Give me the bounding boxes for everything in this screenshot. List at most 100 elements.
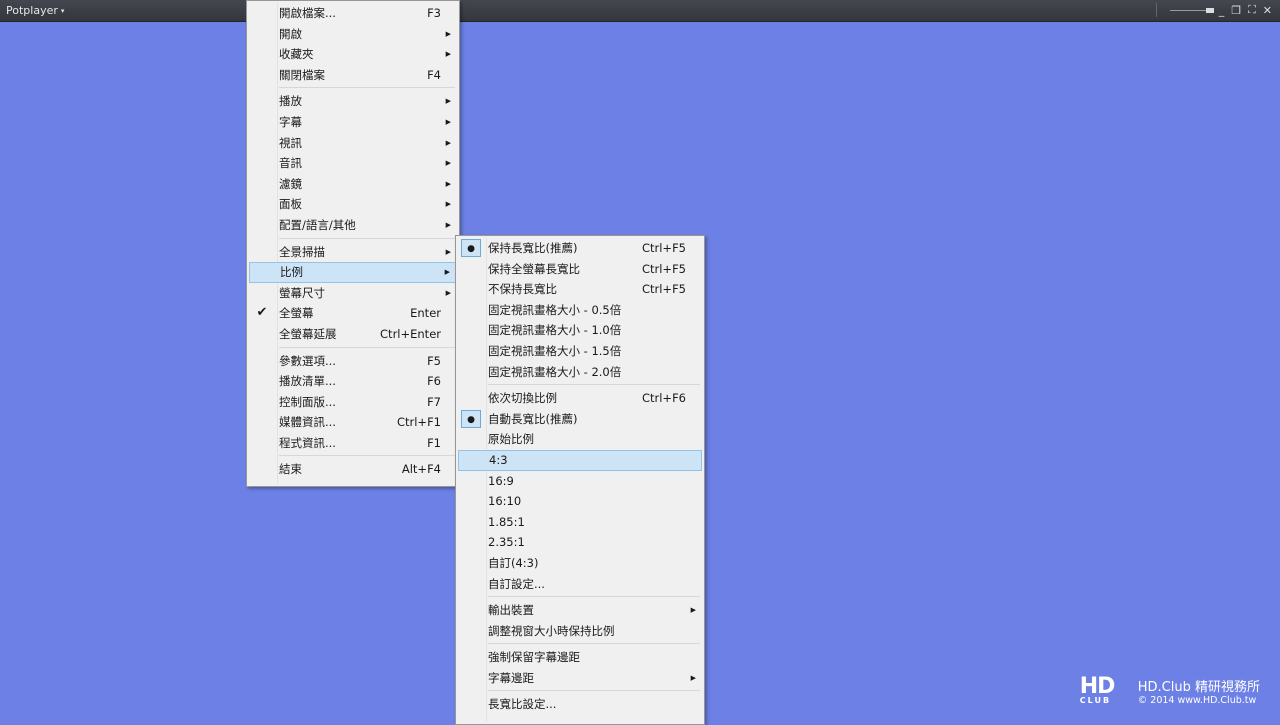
app-menu-button[interactable]: Potplayer ▾: [6, 4, 64, 17]
menu-item[interactable]: 音訊 ▶: [249, 153, 457, 174]
menu-item[interactable]: 開啟 ▶: [249, 24, 457, 45]
menu-item[interactable]: 不保持長寬比 Ctrl+F5: [458, 279, 702, 300]
menu-item-label: 播放: [279, 94, 302, 109]
menu-item[interactable]: ● 保持長寬比(推薦) Ctrl+F5: [458, 238, 702, 259]
menu-item[interactable]: 全螢幕延展 Ctrl+Enter: [249, 324, 457, 345]
menu-item[interactable]: 關閉檔案 F4: [249, 65, 457, 86]
menu-item-label: 濾鏡: [279, 176, 302, 191]
menu-item[interactable]: ✔ 全螢幕 Enter: [249, 303, 457, 324]
logo-line2: © 2014 www.HD.Club.tw: [1137, 695, 1257, 706]
menu-item-label: 開啟檔案...: [279, 6, 336, 20]
volume-slider[interactable]: [1169, 7, 1214, 13]
checkmark-icon: ✔: [256, 305, 268, 321]
submenu-arrow-icon: ▶: [445, 138, 451, 147]
menu-item-label: 保持長寬比(推薦): [488, 241, 578, 255]
app-title: Potplayer: [6, 4, 58, 17]
menu-item[interactable]: 字幕邊距 ▶: [458, 668, 702, 689]
menu-item-label: 全螢幕延展: [279, 326, 337, 341]
menu-item-label: 螢幕尺寸: [279, 285, 325, 300]
menu-item-label: 音訊: [279, 156, 302, 171]
menu-item-label: 參數選項...: [279, 353, 336, 368]
submenu-arrow-icon: ▶: [445, 50, 451, 59]
menu-item-shortcut: F4: [427, 67, 441, 82]
menu-item[interactable]: 結束 Alt+F4: [249, 459, 457, 480]
menu-item[interactable]: 媒體資訊... Ctrl+F1: [249, 412, 457, 433]
menu-item-shortcut: F6: [427, 374, 441, 389]
menu-item[interactable]: 開啟檔案... F3: [249, 3, 457, 24]
menu-item-label: 比例: [280, 265, 303, 280]
radio-bullet-icon: ●: [461, 239, 481, 257]
menu-item-label: 輸出裝置: [488, 603, 534, 618]
menu-item[interactable]: ● 自動長寬比(推薦): [458, 409, 702, 430]
logo-line1: HD.Club 精研視務所: [1137, 680, 1260, 695]
menu-item-label: 保持全螢幕長寬比: [488, 261, 580, 276]
menu-item[interactable]: 固定視訊畫格大小 - 1.0倍: [458, 320, 702, 341]
menu-item-shortcut: F5: [427, 353, 441, 368]
menu-item-label: 16:10: [488, 494, 522, 509]
menu-item-label: 自動長寬比(推薦): [488, 411, 578, 426]
menu-item-label: 強制保留字幕邊距: [488, 650, 580, 665]
menu-item[interactable]: 收藏夾 ▶: [249, 44, 457, 65]
menu-item[interactable]: 原始比例: [458, 429, 702, 450]
menu-item-label: 原始比例: [488, 432, 534, 447]
menu-item[interactable]: 濾鏡 ▶: [249, 174, 457, 195]
logo-mark: HD: [1079, 674, 1116, 699]
menu-item[interactable]: 面板 ▶: [249, 194, 457, 215]
menu-item[interactable]: 保持全螢幕長寬比 Ctrl+F5: [458, 259, 702, 280]
menu-item-label: 1.85:1: [488, 514, 525, 529]
submenu-arrow-icon: ▶: [445, 159, 451, 168]
menu-item-label: 字幕邊距: [488, 670, 534, 685]
menu-item[interactable]: 播放清單... F6: [249, 371, 457, 392]
radio-bullet-icon: ●: [461, 409, 481, 428]
submenu-arrow-icon: ▶: [445, 200, 451, 209]
menu-item[interactable]: 輸出裝置 ▶: [458, 600, 702, 621]
menu-item[interactable]: 固定視訊畫格大小 - 0.5倍: [458, 300, 702, 321]
menu-item[interactable]: 全景掃描 ▶: [249, 242, 457, 263]
menu-item-label: 依次切換比例: [488, 391, 557, 406]
menu-item-shortcut: Ctrl+F6: [641, 391, 686, 406]
menu-item[interactable]: 依次切換比例 Ctrl+F6: [458, 388, 702, 409]
menu-item[interactable]: 配置/語言/其他 ▶: [249, 215, 457, 236]
close-icon[interactable]: ✕: [1263, 4, 1272, 17]
aspect-ratio-submenu: ● 保持長寬比(推薦) Ctrl+F5 保持全螢幕長寬比 Ctrl+F5 不保持長寬比 Ct…: [455, 235, 705, 725]
menu-item[interactable]: 4:3: [458, 449, 702, 471]
context-menu: 開啟檔案... F3 開啟 ▶ 收藏夾 ▶ 關閉檔案 F4 播放 ▶ 字幕 ▶ 視訊 ▶ 音訊 ▶ 濾鏡 ▶ 面板 ▶…: [246, 0, 460, 487]
menu-item-label: 播放清單...: [279, 374, 336, 389]
menu-item[interactable]: 固定視訊畫格大小 - 2.0倍: [458, 362, 702, 383]
menu-item[interactable]: 2.35:1: [458, 532, 702, 553]
menu-item[interactable]: 比例 ▶: [249, 262, 457, 283]
menu-item-label: 固定視訊畫格大小 - 0.5倍: [488, 302, 622, 317]
menu-item-label: 全螢幕: [279, 306, 314, 321]
menu-item[interactable]: 控制面版... F7: [249, 392, 457, 413]
menu-item-shortcut: Ctrl+F5: [641, 241, 686, 255]
menu-item[interactable]: 螢幕尺寸 ▶: [249, 283, 457, 304]
restore-icon[interactable]: ❐: [1231, 4, 1241, 17]
menu-item-label: 面板: [279, 197, 302, 212]
menu-item-label: 長寬比設定...: [488, 697, 557, 712]
submenu-arrow-icon: ▶: [445, 117, 451, 126]
divider: [1155, 3, 1157, 17]
menu-item-label: 控制面版...: [279, 394, 336, 409]
menu-item-label: 結束: [279, 462, 302, 477]
menu-item-label: 自訂(4:3): [488, 555, 539, 570]
menu-item-shortcut: Ctrl+F1: [396, 415, 441, 430]
menu-item[interactable]: 程式資訊... F1: [249, 433, 457, 454]
menu-item[interactable]: 自訂設定...: [458, 574, 702, 595]
menu-item[interactable]: 16:10: [458, 491, 702, 512]
menu-item[interactable]: 16:9: [458, 471, 702, 492]
menu-item[interactable]: 調整視窗大小時保持比例: [458, 621, 702, 642]
submenu-arrow-icon: ▶: [690, 606, 696, 615]
menu-item[interactable]: 強制保留字幕邊距: [458, 647, 702, 668]
menu-item[interactable]: 字幕 ▶: [249, 112, 457, 133]
menu-item-shortcut: F7: [427, 394, 441, 409]
fullscreen-icon[interactable]: ⛶: [1248, 3, 1256, 17]
menu-item[interactable]: 1.85:1: [458, 512, 702, 533]
menu-item-shortcut: Alt+F4: [401, 462, 441, 477]
menu-item[interactable]: 播放 ▶: [249, 91, 457, 112]
menu-item[interactable]: 參數選項... F5: [249, 351, 457, 372]
menu-item[interactable]: 固定視訊畫格大小 - 1.5倍: [458, 341, 702, 362]
minimize-icon[interactable]: _: [1219, 4, 1225, 17]
menu-item[interactable]: 視訊 ▶: [249, 133, 457, 154]
menu-item[interactable]: 長寬比設定...: [458, 694, 702, 715]
menu-item[interactable]: 自訂(4:3): [458, 553, 702, 574]
